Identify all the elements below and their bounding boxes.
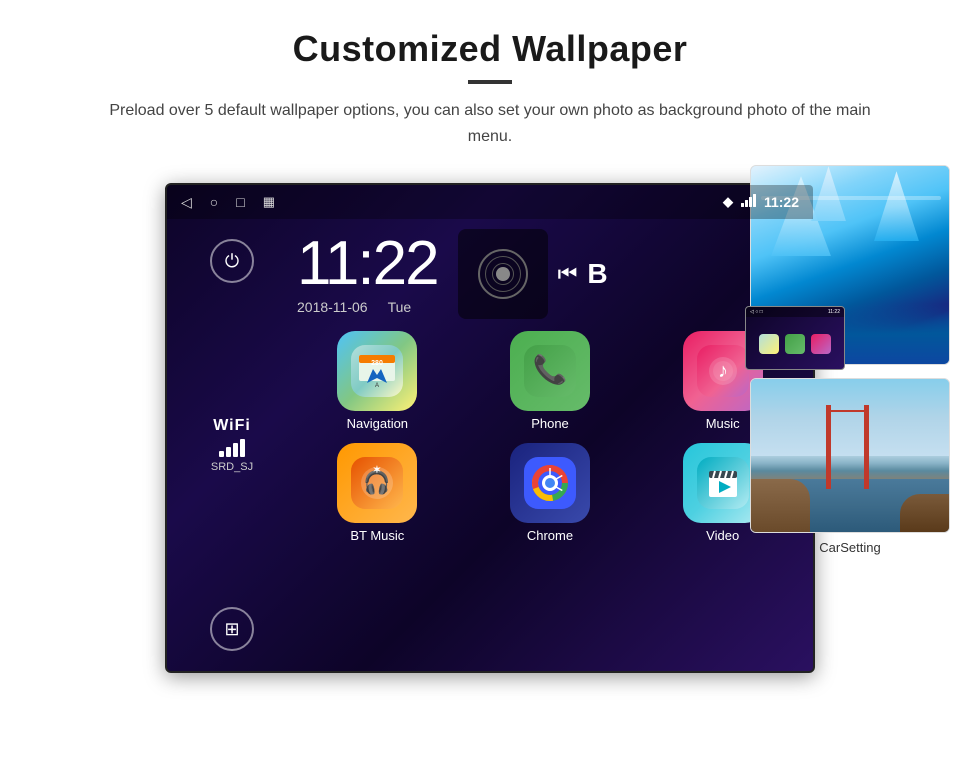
phone-svg: 📞	[524, 345, 576, 397]
wallpaper-thumb-bridge[interactable]	[750, 378, 950, 533]
left-sidebar: ⏻ WiFi SRD_SJ ⊞	[167, 219, 297, 671]
media-icon-box	[458, 229, 548, 319]
wifi-ssid: SRD_SJ	[211, 461, 253, 473]
svg-text:✶: ✶	[373, 465, 381, 476]
btmusic-label: BT Music	[350, 528, 404, 543]
android-content: ⏻ WiFi SRD_SJ ⊞	[167, 219, 813, 671]
wifi-icon	[741, 194, 756, 210]
video-label: Video	[706, 528, 739, 543]
wifi-label: WiFi	[211, 417, 253, 435]
status-bar-indicators: ◆ 11:22	[723, 194, 799, 210]
clock-area: 11:22 2018-11-06 Tue	[297, 229, 803, 319]
status-bar-nav: ◁ ○ □ ▦	[181, 194, 275, 211]
video-svg	[697, 457, 749, 509]
home-icon[interactable]: ○	[210, 194, 218, 210]
media-title: B	[587, 258, 607, 290]
date-text: 2018-11-06	[297, 299, 368, 315]
header: Customized Wallpaper Preload over 5 defa…	[0, 0, 980, 165]
power-button[interactable]: ⏻	[210, 239, 254, 283]
main-content: ◁ ○ □ ▦ ◆ 11:22	[0, 165, 980, 758]
chrome-label: Chrome	[527, 528, 573, 543]
carsetting-label: CarSetting	[819, 540, 880, 555]
location-icon: ◆	[723, 194, 733, 210]
page-title: Customized Wallpaper	[60, 28, 920, 70]
carsetting-area: CarSetting	[750, 540, 950, 555]
wifi-bars	[211, 439, 253, 457]
wifi-info: WiFi SRD_SJ	[211, 417, 253, 473]
day-text: Tue	[388, 299, 412, 315]
btmusic-icon: 🎧 ✶	[337, 443, 417, 523]
navigation-icon: 280 A	[337, 331, 417, 411]
music-label: Music	[706, 416, 740, 431]
recents-icon[interactable]: □	[236, 194, 244, 210]
app-btmusic[interactable]: 🎧 ✶ BT Music	[297, 443, 458, 543]
phone-icon: 📞	[510, 331, 590, 411]
navigation-svg: 280 A	[351, 345, 403, 397]
chrome-svg	[524, 457, 576, 509]
svg-text:♪: ♪	[718, 360, 728, 382]
prev-track-icon[interactable]: ⏮	[558, 261, 578, 287]
android-main: 11:22 2018-11-06 Tue	[297, 219, 813, 671]
music-svg: ♪	[697, 345, 749, 397]
status-time: 11:22	[764, 194, 799, 210]
phone-label: Phone	[531, 416, 569, 431]
header-divider	[468, 80, 512, 84]
btmusic-svg: 🎧 ✶	[351, 457, 403, 509]
app-phone[interactable]: 📞 Phone	[470, 331, 631, 431]
power-icon: ⏻	[225, 251, 239, 272]
media-controls: ⏮ B	[458, 229, 608, 319]
all-apps-button[interactable]: ⊞	[210, 607, 254, 651]
grid-icon: ⊞	[224, 619, 239, 640]
app-grid: 280 A Navigation	[297, 331, 803, 553]
svg-text:280: 280	[371, 360, 383, 367]
wallpaper-thumbnails: ◁ ○ □ 11:22	[750, 375, 950, 555]
back-icon[interactable]: ◁	[181, 194, 192, 211]
media-album-art	[478, 249, 528, 299]
header-description: Preload over 5 default wallpaper options…	[100, 98, 880, 149]
android-screen: ◁ ○ □ ▦ ◆ 11:22	[165, 183, 815, 673]
app-navigation[interactable]: 280 A Navigation	[297, 331, 458, 431]
svg-text:A: A	[375, 383, 379, 389]
status-bar: ◁ ○ □ ▦ ◆ 11:22	[167, 185, 813, 219]
clock-date: 2018-11-06 Tue	[297, 299, 438, 315]
chrome-icon	[510, 443, 590, 523]
clock-display: 11:22	[297, 233, 438, 295]
navigation-label: Navigation	[347, 416, 408, 431]
app-chrome[interactable]: Chrome	[470, 443, 631, 543]
clock-info: 11:22 2018-11-06 Tue	[297, 233, 438, 315]
svg-text:📞: 📞	[533, 351, 568, 386]
page-wrapper: Customized Wallpaper Preload over 5 defa…	[0, 0, 980, 758]
screenshot-icon[interactable]: ▦	[263, 194, 275, 210]
